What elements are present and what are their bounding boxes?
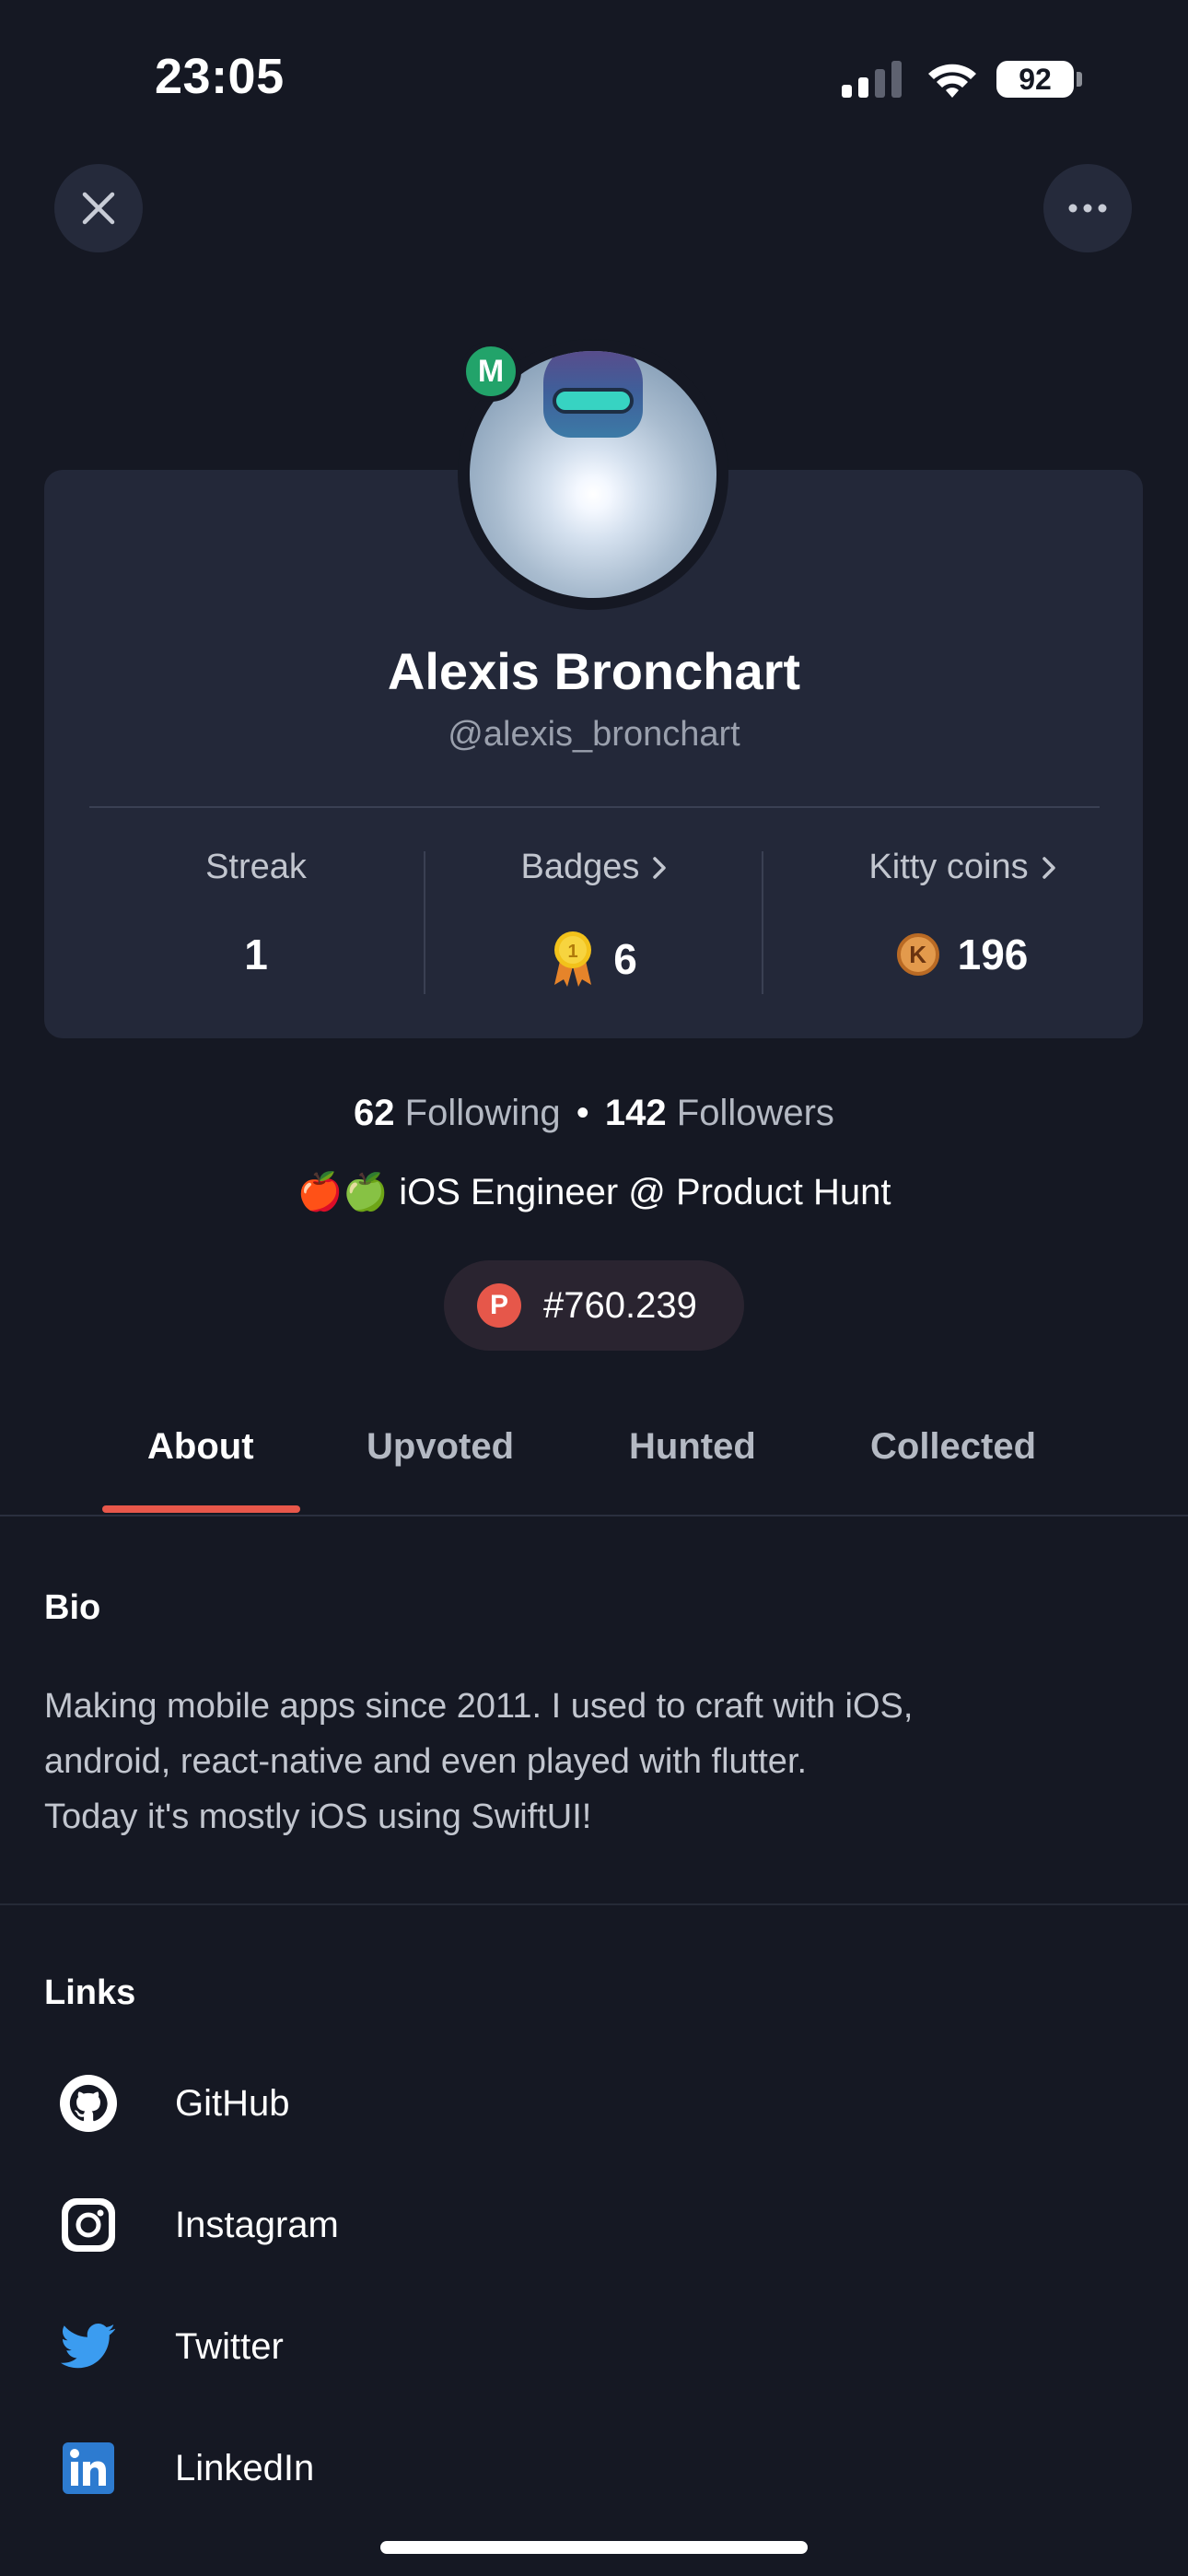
stat-streak-value: 1 [244,931,268,978]
card-divider [89,806,1100,808]
following-count[interactable]: 62 [354,1093,395,1133]
link-twitter[interactable]: Twitter [57,2310,610,2383]
link-github[interactable]: GitHub [57,2067,610,2140]
profile-name: Alexis Bronchart [387,642,801,700]
profile-handle: @alexis_bronchart [448,715,740,754]
following-label[interactable]: Following [405,1093,561,1133]
more-options-button[interactable] [1043,164,1132,252]
tab-about[interactable]: About [147,1426,254,1468]
close-button[interactable] [54,164,143,252]
followers-label[interactable]: Followers [677,1093,834,1133]
links-title: Links [44,1973,136,2012]
status-icons: 92 [838,57,1087,103]
github-icon [57,2072,120,2135]
link-instagram[interactable]: Instagram [57,2188,610,2262]
tab-upvoted[interactable]: Upvoted [367,1426,514,1468]
battery-cap [1077,72,1082,87]
svg-text:1: 1 [568,942,578,962]
kitty-coin-icon: K [896,933,939,976]
chevron-right-icon [653,856,667,879]
medal-icon: 1 [554,931,592,987]
wifi-icon [928,64,976,98]
link-label: Instagram [175,2204,339,2245]
followers-count[interactable]: 142 [605,1093,667,1133]
stat-kitty-coins-label: Kitty coins [868,848,1029,886]
follow-stats: 62 Following • 142 Followers [0,1093,1188,1134]
stat-separator [762,851,763,994]
section-divider [0,1903,1188,1905]
status-time: 23:05 [155,49,285,104]
link-label: Twitter [175,2325,284,2367]
stat-kitty-coins[interactable]: Kitty coins K 196 [797,848,1128,979]
twitter-icon [57,2315,120,2378]
rank-pill[interactable]: P #760.239 [444,1260,744,1351]
stat-badges[interactable]: Badges 1 6 [428,848,760,989]
battery-indicator: 92 [996,61,1074,98]
stat-badges-label: Badges [520,848,640,886]
stat-streak: Streak 1 [90,848,422,979]
instagram-icon [57,2194,120,2256]
stat-kitty-coins-value: 196 [957,931,1029,978]
bio-title: Bio [44,1588,101,1627]
home-indicator[interactable] [380,2541,808,2554]
stat-separator [424,851,425,994]
link-label: LinkedIn [175,2447,315,2488]
stat-badges-value: 6 [613,935,637,983]
more-horizontal-icon [1068,204,1107,213]
chevron-right-icon [1042,856,1055,879]
bio-line: Today it's mostly iOS using SwiftUI! [44,1797,592,1836]
rank-value: #760.239 [543,1284,697,1326]
follow-separator: • [576,1093,589,1133]
tab-collected[interactable]: Collected [870,1426,1036,1468]
bio-line: android, react-native and even played wi… [44,1742,808,1781]
tab-divider [0,1515,1188,1516]
active-tab-indicator [102,1505,300,1513]
link-linkedin[interactable]: LinkedIn [57,2431,610,2505]
avatar-goggles [553,388,634,414]
bio-text: Making mobile apps since 2011. I used to… [44,1679,1131,1844]
avatar-badge: M [460,341,521,402]
tab-hunted[interactable]: Hunted [629,1426,756,1468]
linkedin-icon [57,2437,120,2500]
close-icon [82,192,115,225]
stat-streak-label: Streak [205,848,307,886]
product-hunt-logo-icon: P [477,1283,521,1328]
profile-headline: 🍎🍏 iOS Engineer @ Product Hunt [297,1172,891,1212]
link-label: GitHub [175,2082,290,2124]
bio-line: Making mobile apps since 2011. I used to… [44,1687,914,1726]
